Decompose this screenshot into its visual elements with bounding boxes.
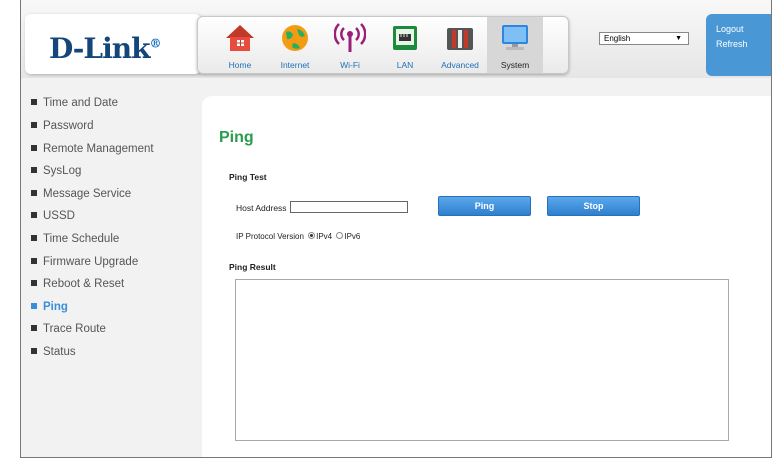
sidebar-item-reboot-reset[interactable]: Reboot & Reset — [31, 278, 124, 290]
sidebar-item-label: Trace Route — [43, 323, 106, 335]
sidebar-item-trace-route[interactable]: Trace Route — [31, 323, 106, 335]
sidebar-item-ussd[interactable]: USSD — [31, 210, 75, 222]
language-select[interactable]: English ▼ — [599, 32, 689, 45]
bullet-icon — [31, 189, 37, 196]
sidebar-item-label: USSD — [43, 210, 75, 222]
sidebar-item-label: SysLog — [43, 165, 82, 177]
router-admin-window: D-Link® Home Internet Wi-Fi LAN Advanced… — [20, 0, 772, 458]
system-monitor-icon — [502, 25, 528, 50]
ping-test-heading: Ping Test — [229, 172, 267, 182]
sidebar-item-label: Remote Management — [43, 143, 154, 155]
wifi-signal-icon — [334, 23, 366, 52]
main-content: Ping Ping Test Host Address Ping Stop IP… — [202, 96, 771, 457]
ping-result-output[interactable] — [235, 279, 729, 441]
refresh-link[interactable]: Refresh — [716, 39, 748, 49]
bullet-icon — [31, 144, 37, 151]
bullet-icon — [31, 211, 37, 218]
logo-text: D-Link — [49, 32, 151, 65]
sidebar-item-time-and-date[interactable]: Time and Date — [31, 97, 118, 109]
nav-item-lan[interactable]: LAN — [377, 17, 433, 73]
ip-protocol-version: IP Protocol Version IPv4 IPv6 — [236, 232, 360, 241]
host-address-input[interactable] — [290, 201, 408, 213]
language-selected: English — [604, 34, 631, 43]
sidebar-item-time-schedule[interactable]: Time Schedule — [31, 233, 119, 245]
host-address-label: Host Address — [236, 203, 287, 213]
top-nav: Home Internet Wi-Fi LAN Advanced System — [197, 16, 569, 74]
advanced-tools-icon — [447, 28, 473, 50]
bullet-icon — [31, 279, 37, 286]
sidebar-item-label: Reboot & Reset — [43, 278, 125, 290]
sidebar-item-label: Message Service — [43, 188, 132, 200]
logo-panel: D-Link® — [25, 14, 201, 74]
bullet-icon — [31, 324, 37, 331]
logout-link[interactable]: Logout — [716, 24, 744, 34]
nav-label-internet: Internet — [280, 60, 310, 70]
nav-label-system: System — [500, 60, 530, 70]
nav-label-home: Home — [228, 60, 252, 70]
ip-version-label: IP Protocol Version — [236, 232, 304, 241]
internet-globe-icon — [282, 25, 308, 51]
bullet-icon — [31, 166, 37, 173]
bullet-icon — [31, 347, 37, 354]
nav-item-home[interactable]: Home — [212, 17, 268, 73]
stop-button[interactable]: Stop — [547, 196, 640, 216]
sidebar-item-remote-management[interactable]: Remote Management — [31, 143, 154, 155]
ipv4-radio[interactable] — [308, 232, 316, 240]
sidebar-item-ping[interactable]: Ping — [31, 301, 68, 313]
ipv6-radio[interactable] — [336, 232, 344, 240]
header: D-Link® Home Internet Wi-Fi LAN Advanced… — [21, 0, 771, 78]
bullet-icon — [31, 302, 37, 309]
bullet-icon — [31, 234, 37, 241]
nav-label-advanced: Advanced — [441, 60, 479, 70]
page-title: Ping — [219, 129, 254, 146]
chevron-down-icon: ▼ — [675, 35, 682, 42]
nav-item-advanced[interactable]: Advanced — [432, 17, 488, 73]
sidebar-item-firmware-upgrade[interactable]: Firmware Upgrade — [31, 256, 138, 268]
sidebar-item-label: Time Schedule — [43, 233, 120, 245]
bullet-icon — [31, 98, 37, 105]
ipv4-label: IPv4 — [316, 232, 333, 241]
account-panel: Logout Refresh — [706, 14, 771, 76]
nav-item-system[interactable]: System — [487, 17, 543, 73]
sidebar-item-label: Time and Date — [43, 97, 118, 109]
nav-label-lan: LAN — [396, 60, 414, 70]
lan-router-icon — [393, 26, 417, 50]
sidebar-item-status[interactable]: Status — [31, 346, 76, 358]
bullet-icon — [31, 121, 37, 128]
ping-result-heading: Ping Result — [229, 262, 276, 272]
bullet-icon — [31, 257, 37, 264]
ipv6-label: IPv6 — [344, 232, 361, 241]
sidebar-item-label: Firmware Upgrade — [43, 256, 139, 268]
dlink-logo: D-Link® — [49, 32, 162, 65]
nav-label-wifi: Wi-Fi — [340, 60, 360, 70]
sidebar-item-message-service[interactable]: Message Service — [31, 188, 131, 200]
sidebar-item-label: Status — [43, 346, 76, 358]
sidebar-item-syslog[interactable]: SysLog — [31, 165, 81, 177]
sidebar-item-password[interactable]: Password — [31, 120, 94, 132]
ping-button[interactable]: Ping — [438, 196, 531, 216]
nav-item-wifi[interactable]: Wi-Fi — [322, 17, 378, 73]
logo-mark: ® — [149, 36, 162, 51]
sidebar-item-label: Password — [43, 120, 94, 132]
sidebar-item-label: Ping — [43, 301, 68, 313]
home-icon — [226, 25, 254, 51]
nav-item-internet[interactable]: Internet — [267, 17, 323, 73]
